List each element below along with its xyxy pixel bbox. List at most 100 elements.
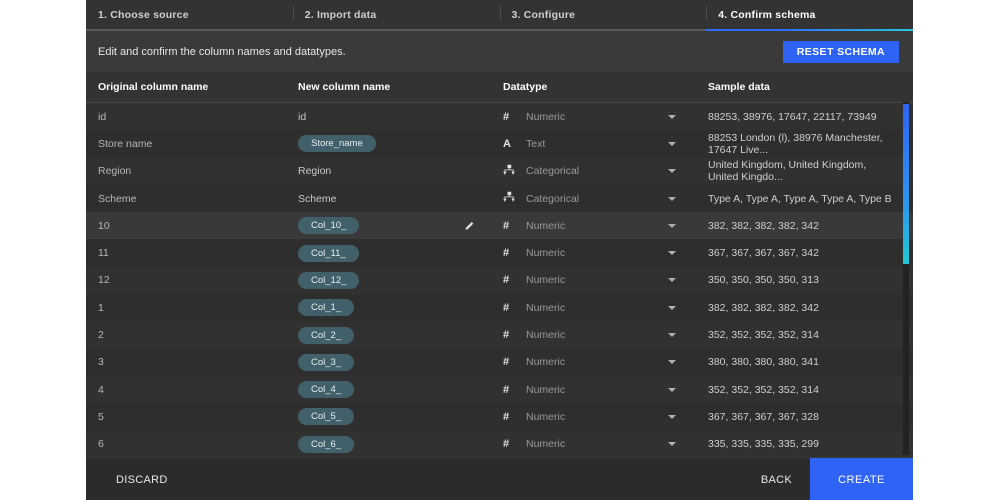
cell-datatype-select[interactable]: # Numeric [491, 376, 696, 403]
cell-datatype-select[interactable]: # Numeric [491, 239, 696, 266]
new-column-name-chip[interactable]: Col_11_ [298, 244, 359, 262]
subheader-bar: Edit and confirm the column names and da… [86, 31, 913, 72]
cell-new-name[interactable]: Col_6_ [286, 431, 491, 457]
chevron-down-icon[interactable] [668, 114, 676, 119]
cell-datatype-select[interactable]: A Text [491, 130, 696, 157]
cell-new-name[interactable]: Col_2_ [286, 321, 491, 348]
chevron-down-icon[interactable] [668, 278, 676, 283]
table-row[interactable]: 12 Col_12_ # Numeric 350, 350, 350, 350, 313 [86, 266, 913, 295]
cell-new-name[interactable]: Region [286, 158, 491, 185]
wizard-step-label: 4. Confirm schema [718, 8, 816, 21]
chevron-down-icon[interactable] [668, 141, 676, 146]
new-column-name-chip[interactable]: Col_3_ [298, 353, 355, 371]
back-button[interactable]: BACK [743, 458, 810, 500]
cell-new-name[interactable]: Col_5_ [286, 403, 491, 430]
chevron-down-icon[interactable] [668, 305, 676, 310]
schema-description: Edit and confirm the column names and da… [98, 45, 346, 58]
table-row[interactable]: Region Region Categorical United Kingdom, U… [86, 157, 913, 185]
cell-datatype-select[interactable]: # Numeric [491, 321, 696, 348]
cell-datatype-select[interactable]: # Numeric [491, 349, 696, 376]
cell-original-name: 10 [98, 219, 110, 232]
wizard-step-4[interactable]: 4. Confirm schema [706, 0, 913, 31]
new-column-name-chip[interactable]: Col_12_ [298, 271, 360, 289]
table-body: id id # Numeric 88253, 38976, 17647, 22117, … [86, 103, 913, 457]
new-column-name-chip[interactable]: Store_name [298, 135, 376, 153]
datatype-label: Numeric [526, 219, 566, 232]
new-column-name-text: Region [298, 165, 332, 178]
cell-datatype-select[interactable]: # Numeric [491, 103, 696, 130]
cell-sample-data: 352, 352, 352, 352, 314 [708, 329, 819, 342]
chevron-down-icon[interactable] [668, 223, 676, 228]
cell-original-name: 5 [98, 410, 104, 423]
vertical-scrollbar-thumb[interactable] [903, 104, 909, 264]
wizard-step-2[interactable]: 2. Import data [292, 0, 500, 31]
categorical-icon [503, 191, 518, 206]
chevron-down-icon[interactable] [668, 196, 676, 201]
table-row[interactable]: 5 Col_5_ # Numeric 367, 367, 367, 367, 328 [86, 403, 913, 431]
column-header-sample-data[interactable]: Sample data [696, 81, 898, 93]
numeric-type-icon: # [503, 410, 510, 423]
footer-spacer [186, 458, 743, 500]
cell-new-name[interactable]: Col_1_ [286, 294, 491, 321]
datatype-label: Numeric [526, 110, 566, 123]
datatype-label: Categorical [526, 192, 580, 205]
chevron-down-icon[interactable] [668, 251, 676, 256]
cell-original-name: Store name [98, 137, 153, 150]
cell-new-name[interactable]: id [286, 103, 491, 130]
cell-datatype-select[interactable]: # Numeric [491, 267, 696, 294]
table-row[interactable]: 6 Col_6_ # Numeric 335, 335, 335, 335, 299 [86, 430, 913, 457]
table-row[interactable]: 4 Col_4_ # Numeric 352, 352, 352, 352, 314 [86, 375, 913, 404]
wizard-step-label: 2. Import data [304, 8, 377, 21]
cell-sample-data: 380, 380, 380, 380, 341 [708, 356, 819, 369]
cell-datatype-select[interactable]: # Numeric [491, 294, 696, 321]
table-row[interactable]: 2 Col_2_ # Numeric 352, 352, 352, 352, 314 [86, 321, 913, 349]
new-column-name-chip[interactable]: Col_10_ [298, 217, 360, 235]
cell-sample-data: 88253 London (l), 38976 Manchester, 1764… [708, 131, 883, 156]
edit-pencil-icon[interactable] [464, 220, 475, 231]
numeric-type-icon: # [503, 438, 510, 451]
numeric-type-icon: # [503, 301, 510, 314]
cell-new-name[interactable]: Col_10_ [286, 212, 491, 239]
column-header-datatype[interactable]: Datatype [491, 81, 696, 93]
cell-datatype-select[interactable]: Categorical [491, 185, 696, 212]
chevron-down-icon[interactable] [668, 333, 676, 338]
cell-datatype-select[interactable]: Categorical [491, 158, 696, 185]
cell-new-name[interactable]: Col_4_ [286, 376, 491, 403]
numeric-type-icon: # [503, 383, 510, 396]
chevron-down-icon[interactable] [668, 169, 676, 174]
cell-new-name[interactable]: Col_11_ [286, 239, 491, 266]
cell-datatype-select[interactable]: # Numeric [491, 403, 696, 430]
cell-new-name[interactable]: Col_3_ [286, 349, 491, 376]
table-row[interactable]: Store name Store_name A Text 88253 London (l… [86, 130, 913, 158]
table-row[interactable]: 1 Col_1_ # Numeric 382, 382, 382, 382, 342 [86, 294, 913, 322]
column-header-original-name[interactable]: Original column name [86, 81, 286, 93]
table-row[interactable]: 10 Col_10_ # Numeric 382, 382, 382, 382, 342 [86, 212, 913, 240]
column-header-new-name[interactable]: New column name [286, 81, 491, 93]
discard-button[interactable]: DISCARD [98, 474, 186, 486]
wizard-step-1[interactable]: 1. Choose source [86, 0, 293, 31]
chevron-down-icon[interactable] [668, 360, 676, 365]
cell-new-name[interactable]: Scheme [286, 185, 491, 212]
cell-datatype-select[interactable]: # Numeric [491, 431, 696, 457]
table-row[interactable]: 3 Col_3_ # Numeric 380, 380, 380, 380, 341 [86, 348, 913, 376]
create-button[interactable]: CREATE [810, 458, 913, 500]
new-column-name-chip[interactable]: Col_2_ [298, 326, 355, 344]
cell-datatype-select[interactable]: # Numeric [491, 212, 696, 239]
wizard-step-3[interactable]: 3. Configure [499, 0, 707, 31]
table-row[interactable]: 11 Col_11_ # Numeric 367, 367, 367, 367, 342 [86, 239, 913, 267]
chevron-down-icon[interactable] [668, 442, 676, 447]
text-type-icon: A [503, 137, 511, 150]
cell-new-name[interactable]: Store_name [286, 130, 491, 157]
table-row[interactable]: id id # Numeric 88253, 38976, 17647, 22117, … [86, 103, 913, 131]
cell-new-name[interactable]: Col_12_ [286, 267, 491, 294]
cell-sample-data: 382, 382, 382, 382, 342 [708, 301, 819, 314]
new-column-name-chip[interactable]: Col_6_ [298, 435, 355, 453]
chevron-down-icon[interactable] [668, 387, 676, 392]
reset-schema-button[interactable]: RESET SCHEMA [782, 40, 899, 63]
new-column-name-chip[interactable]: Col_1_ [298, 299, 355, 317]
table-row[interactable]: Scheme Scheme Categorical Type A, Type A, T… [86, 184, 913, 213]
chevron-down-icon[interactable] [668, 414, 676, 419]
new-column-name-chip[interactable]: Col_5_ [298, 408, 355, 426]
cell-original-name: Region [98, 165, 132, 178]
new-column-name-chip[interactable]: Col_4_ [298, 381, 355, 399]
